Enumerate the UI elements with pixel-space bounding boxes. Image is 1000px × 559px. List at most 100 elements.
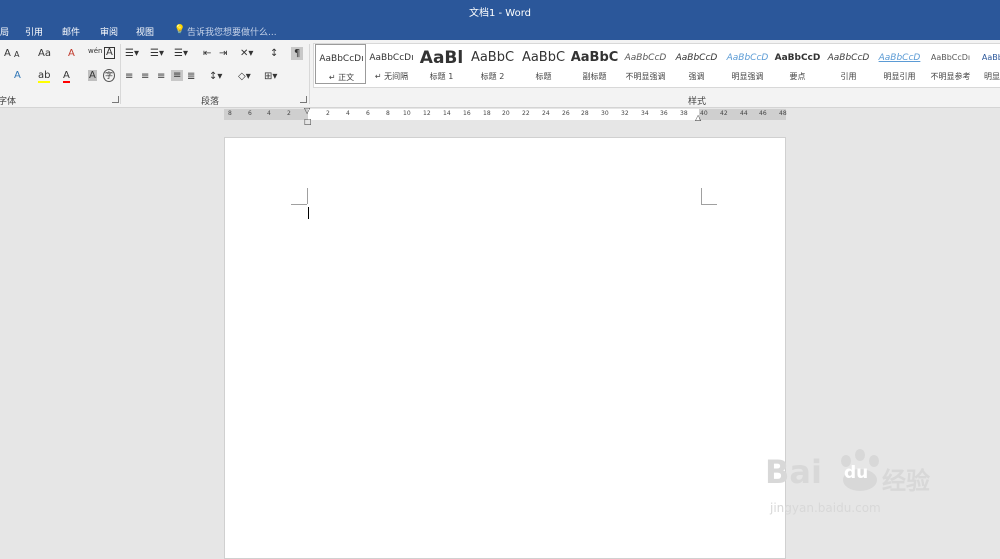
group-separator [120, 44, 121, 104]
tell-me-input[interactable]: 告诉我您想要做什么... [187, 25, 277, 38]
enclose-char-button[interactable]: 字 [103, 69, 115, 82]
style-title[interactable]: AaBbC 标题 [518, 44, 569, 84]
ruler-tick: 4 [267, 110, 271, 117]
multilevel-list-icon[interactable]: ☰▾ [174, 48, 188, 59]
style-sample: AaBbC [521, 50, 566, 65]
grow-font-button[interactable]: A [4, 48, 11, 59]
style-subtitle[interactable]: AaBbC 副标题 [569, 44, 620, 84]
style-subtle-emphasis[interactable]: AaBbCcD 不明显强调 [620, 44, 671, 84]
ruler-tick: 22 [522, 110, 530, 117]
chinese-layout-icon[interactable]: ✕▾ [240, 48, 253, 59]
style-strong[interactable]: AaBbCcD 要点 [772, 44, 823, 84]
ruler-tick: 8 [386, 110, 390, 117]
style-normal[interactable]: AaBbCcDı ↵ 正文 [315, 44, 366, 84]
style-sample: AaBbCcDı [930, 53, 971, 62]
ruler-tick: 14 [443, 110, 451, 117]
style-no-spacing[interactable]: AaBbCcDı ↵ 无间隔 [366, 44, 417, 84]
style-sample: AaBbCcD [774, 53, 821, 63]
ruler-tick: 24 [542, 110, 550, 117]
style-heading-2[interactable]: AaBbC 标题 2 [467, 44, 518, 84]
style-name: 标题 2 [480, 72, 505, 81]
borders-icon[interactable]: ⊞▾ [264, 71, 277, 82]
tab-layout[interactable]: 局 [0, 25, 9, 38]
clear-format-button[interactable]: A [68, 48, 75, 59]
tab-review[interactable]: 审阅 [100, 25, 118, 38]
shrink-font-button[interactable]: A [14, 50, 19, 59]
text-cursor [308, 207, 309, 219]
text-effect-button[interactable]: A [14, 70, 21, 81]
align-center-icon[interactable]: ≡ [141, 71, 149, 82]
style-intense-quote[interactable]: AaBbCcD 明显引用 [874, 44, 925, 84]
style-heading-1[interactable]: AaBl 标题 1 [416, 44, 467, 84]
justify-icon[interactable]: ≡ [171, 70, 184, 81]
tab-view[interactable]: 视图 [136, 25, 154, 38]
tab-references[interactable]: 引用 [25, 25, 43, 38]
window-title: 文档1 - Word [468, 8, 532, 19]
style-name: 明显参考 [984, 72, 1000, 81]
line-spacing-icon[interactable]: ↕▾ [209, 71, 222, 82]
ruler-tick: 16 [463, 110, 471, 117]
style-sample: AaBbCcD [827, 53, 870, 63]
group-label-styles: 样式 [688, 97, 707, 107]
watermark-brand2: du [844, 463, 869, 483]
watermark-url: jingyan.baidu.com [770, 501, 881, 515]
numbering-icon[interactable]: ☰▾ [150, 48, 164, 59]
style-sample: AaBbCcD [878, 53, 921, 63]
style-quote[interactable]: AaBbCcD 引用 [823, 44, 874, 84]
ruler-tick: 36 [660, 110, 668, 117]
font-dialog-launcher-icon[interactable] [112, 96, 119, 103]
menu-bar: 局 引用 邮件 审阅 视图 💡 告诉我您想要做什么... [0, 22, 1000, 40]
highlight-button[interactable]: ab [38, 70, 51, 83]
ruler-left-margin [224, 109, 308, 120]
ruler-tick: 48 [779, 110, 787, 117]
style-name: ↵ 正文 [328, 73, 355, 82]
char-border-button[interactable]: A [104, 47, 115, 59]
bullets-icon[interactable]: ☰▾ [125, 48, 139, 59]
style-name: 副标题 [582, 72, 607, 81]
ruler-tick: 6 [366, 110, 370, 117]
align-right-icon[interactable]: ≡ [157, 71, 165, 82]
ruler-tick: 6 [248, 110, 252, 117]
decrease-indent-icon[interactable]: ⇤ [203, 48, 211, 59]
show-marks-icon[interactable]: ¶ [291, 47, 304, 60]
style-sample: AaBbCcDı [981, 53, 1000, 62]
change-case-button[interactable]: Aa [38, 48, 51, 59]
style-sample: AaBbCcD [624, 53, 667, 63]
ruler-tick: 38 [680, 110, 688, 117]
group-label-font: 字体 [0, 97, 17, 107]
indent-marker-icon[interactable]: □ [304, 117, 312, 126]
increase-indent-icon[interactable]: ⇥ [219, 48, 227, 59]
style-name: 标题 [535, 72, 552, 81]
crop-mark [291, 204, 307, 205]
align-left-icon[interactable]: ≡ [125, 71, 133, 82]
style-name: 引用 [840, 72, 857, 81]
crop-mark [701, 204, 717, 205]
style-name: ↵ 无间隔 [374, 72, 409, 81]
style-sample: AaBbCcD [675, 53, 718, 63]
distributed-icon[interactable]: ≣ [187, 71, 195, 82]
right-indent-marker-icon[interactable]: △ [695, 113, 701, 122]
indent-marker-icon[interactable]: ▽ [304, 106, 310, 115]
style-emphasis[interactable]: AaBbCcD 强调 [671, 44, 722, 84]
group-label-paragraph: 段落 [201, 97, 220, 107]
watermark-cn: 经验 [882, 467, 930, 495]
paragraph-dialog-launcher-icon[interactable] [300, 96, 307, 103]
sort-icon[interactable]: ↕ [270, 48, 278, 59]
style-intense-emphasis[interactable]: AaBbCcD 明显强调 [722, 44, 773, 84]
ruler-tick: 8 [228, 110, 232, 117]
phonetic-guide-button[interactable]: wén [88, 47, 102, 55]
style-sample: AaBbCcDı [319, 54, 364, 64]
crop-mark [307, 188, 308, 204]
font-color-button[interactable]: A [63, 70, 70, 83]
style-name: 明显引用 [883, 72, 916, 81]
char-shading-button[interactable]: A [88, 70, 97, 81]
style-subtle-reference[interactable]: AaBbCcDı 不明显参考 [925, 44, 976, 84]
tab-mailings[interactable]: 邮件 [62, 25, 80, 38]
ruler-tick: 30 [601, 110, 609, 117]
ruler-tick: 2 [287, 110, 291, 117]
style-name: 不明显参考 [930, 72, 971, 81]
ruler-tick: 46 [759, 110, 767, 117]
group-separator [309, 44, 310, 104]
style-intense-reference[interactable]: AaBbCcDı 明显参考 [976, 44, 1000, 84]
paint-bucket-icon[interactable]: ◇▾ [238, 71, 251, 82]
